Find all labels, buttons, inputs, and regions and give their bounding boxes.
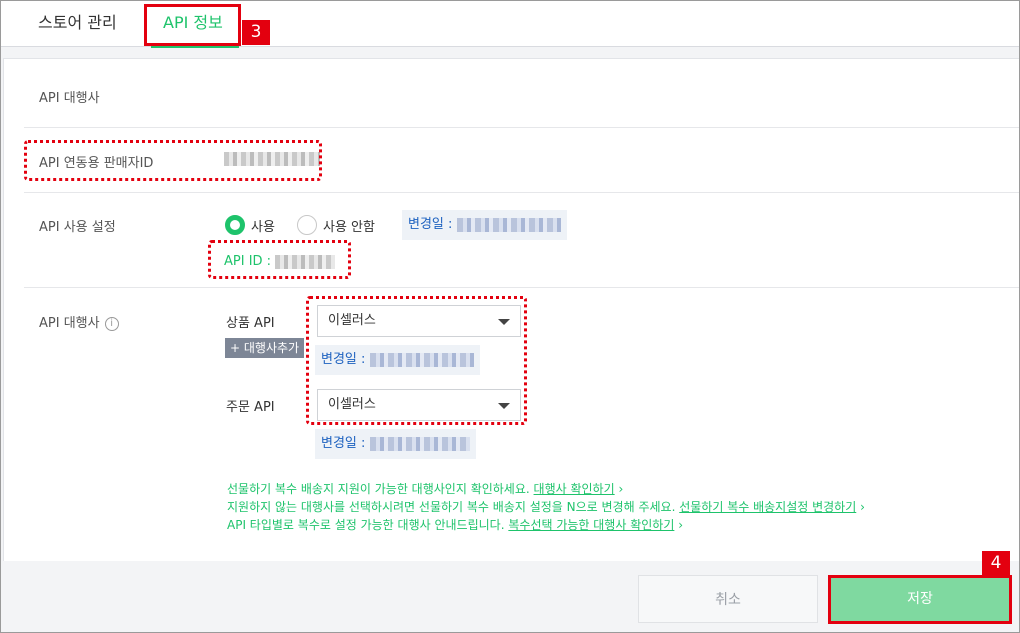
notice-line-2: 지원하지 않는 대행사를 선택하시려면 선물하기 복수 배송지 설정을 N으로 …: [227, 499, 865, 516]
usage-label: API 사용 설정: [39, 220, 116, 235]
tab-store-manage[interactable]: 스토어 관리: [38, 1, 117, 47]
agency-check-link[interactable]: 대행사 확인하기: [534, 482, 615, 496]
notice-text-1: 선물하기 복수 배송지 지원이 가능한 대행사인지 확인하세요.: [227, 482, 530, 496]
info-icon[interactable]: i: [104, 316, 119, 331]
notice-text-3: API 타입별로 복수로 설정 가능한 대행사 안내드립니다.: [227, 518, 505, 532]
usage-off-radio[interactable]: [297, 215, 317, 235]
usage-on-label[interactable]: 사용: [251, 216, 275, 235]
usage-off-label[interactable]: 사용 안함: [323, 216, 375, 235]
chevron-right-icon: ›: [678, 518, 684, 532]
agency-setting-text: API 대행사: [39, 316, 100, 331]
chevron-right-icon: ›: [618, 482, 624, 496]
usage-changed-date: 변경일 :: [402, 210, 567, 240]
add-agency-button[interactable]: + 대행사추가: [225, 338, 305, 358]
agency-setting-label: API 대행사 i: [39, 312, 119, 331]
highlight-box-save: [828, 575, 1012, 624]
notice-line-3: API 타입별로 복수로 설정 가능한 대행사 안내드립니다. 복수선택 가능한…: [227, 517, 683, 534]
row-divider: [24, 287, 1019, 288]
notice-line-1: 선물하기 복수 배송지 지원이 가능한 대행사인지 확인하세요. 대행사 확인하…: [227, 481, 623, 498]
agency-label: API 대행사: [39, 91, 100, 106]
gift-multi-address-setting-link[interactable]: 선물하기 복수 배송지설정 변경하기: [679, 500, 856, 514]
highlight-box-tab: [144, 4, 241, 46]
usage-on-radio[interactable]: [225, 215, 245, 235]
step-badge-3: 3: [242, 20, 270, 45]
step-badge-4: 4: [982, 551, 1010, 576]
chevron-right-icon: ›: [860, 500, 865, 514]
row-divider: [24, 127, 1019, 128]
cancel-button[interactable]: 취소: [638, 575, 818, 623]
highlight-box-agency-selects: [306, 296, 527, 425]
changed-label: 변경일 :: [408, 217, 453, 232]
highlight-box-seller-id: [24, 140, 322, 181]
highlight-box-api-id: [208, 240, 351, 279]
changed-label: 변경일 :: [321, 436, 366, 451]
product-api-label: 상품 API: [226, 316, 275, 331]
row-divider: [24, 192, 1019, 193]
multi-select-agency-link[interactable]: 복수선택 가능한 대행사 확인하기: [508, 518, 674, 532]
notice-text-2: 지원하지 않는 대행사를 선택하시려면 선물하기 복수 배송지 설정을 N으로 …: [227, 500, 676, 514]
order-api-label: 주문 API: [226, 400, 275, 415]
order-api-changed-date: 변경일 :: [315, 429, 476, 459]
